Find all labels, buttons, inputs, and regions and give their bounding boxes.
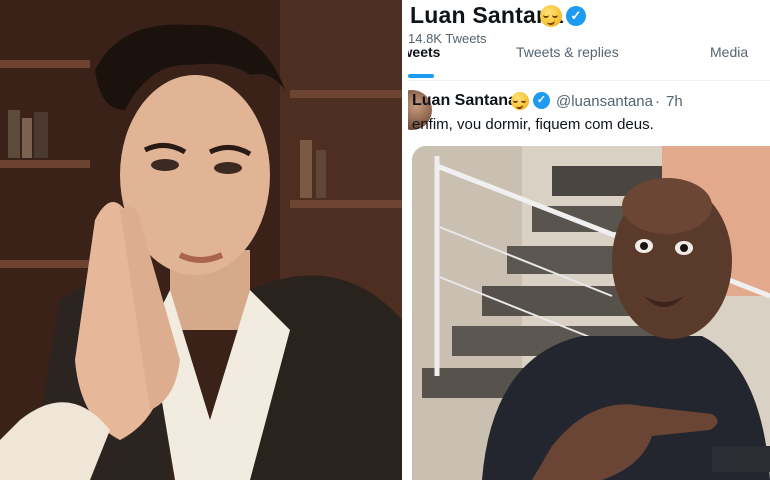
tweet-separator: · [655,93,660,110]
verified-badge-icon: ✓ [566,6,586,26]
tweet-handle[interactable]: @luansantana [556,93,653,110]
tweet[interactable]: Luan Santana ✓ @luansantana · 7h enfim, … [408,82,770,480]
tab-tweets[interactable]: Tweets [408,44,440,60]
smirking-face-emoji-icon [540,5,562,27]
twitter-profile-screenshot: Luan Santana ✓ 14.8K Tweets Tweets Tweet… [408,0,770,480]
tweet-media-image[interactable] [412,146,770,480]
tab-media[interactable]: Media [710,44,748,60]
tab-tweets-replies[interactable]: Tweets & replies [516,44,619,60]
verified-badge-icon: ✓ [533,92,550,109]
tweet-text: enfim, vou dormir, fiquem com deus. [412,116,654,133]
profile-tabs: Tweets Tweets & replies Media [408,44,770,81]
profile-header: Luan Santana ✓ 14.8K Tweets [408,0,770,48]
smirking-face-emoji-icon [511,92,529,110]
portrait-photo [0,0,402,480]
tweet-author-name[interactable]: Luan Santana [412,92,517,110]
tweet-time[interactable]: 7h [666,93,683,110]
active-tab-indicator [408,74,434,78]
